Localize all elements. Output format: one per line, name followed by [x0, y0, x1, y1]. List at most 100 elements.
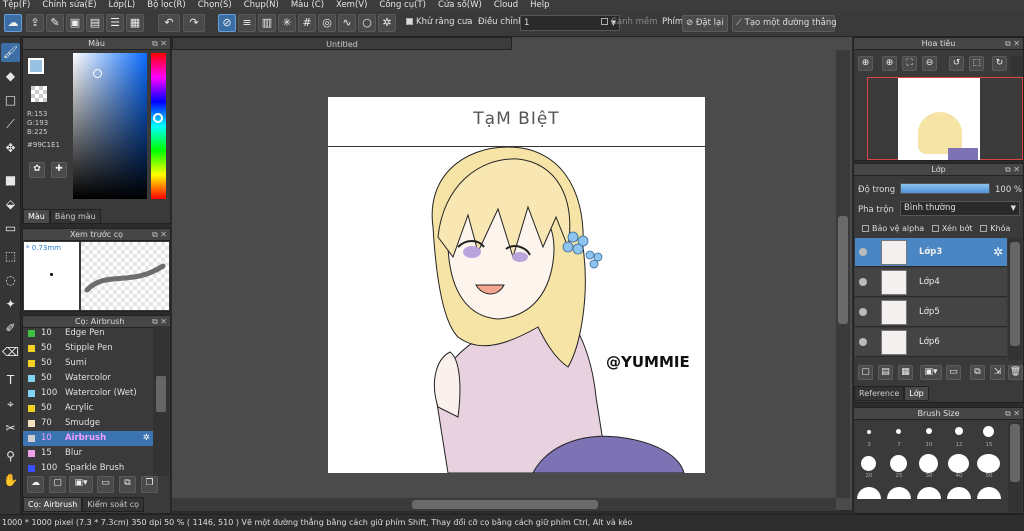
brush-tool-icon[interactable]: 🖌 [1, 43, 20, 62]
snap-parallel-icon[interactable]: ≡ [238, 14, 256, 32]
soft-edge-checkbox[interactable] [601, 18, 608, 25]
scrollbar-thumb[interactable] [156, 376, 166, 412]
brush-cloud-icon[interactable]: ☁ [27, 476, 44, 493]
new-line-button[interactable]: ⟋ Tạo một đường thẳng [732, 15, 837, 32]
reset-button[interactable]: ⊘ Đặt lại [682, 15, 728, 32]
brush-menu-icon[interactable]: ▣▾ [69, 476, 93, 493]
layer-copy-icon[interactable]: ⧉ [970, 365, 985, 380]
undo-icon[interactable]: ↶ [158, 14, 180, 32]
snap-circle-icon[interactable]: ◎ [318, 14, 336, 32]
brush-item[interactable]: 50 Watercolor [23, 371, 153, 386]
eye-icon[interactable] [859, 338, 867, 346]
opacity-slider[interactable] [900, 183, 990, 194]
brush-item[interactable]: 15 Blur [23, 446, 153, 461]
soft-edge-option[interactable]: Cạnh mềm [601, 17, 657, 27]
transparent-swatch[interactable] [31, 86, 47, 102]
layer-merge-icon[interactable]: ⇲ [990, 365, 1005, 380]
grid-icon[interactable]: ▦ [126, 14, 144, 32]
eraser-tool-icon[interactable]: ◆ [1, 67, 20, 86]
snap-curve-icon[interactable]: ∿ [338, 14, 356, 32]
brush-item[interactable]: 70 Smudge [23, 416, 153, 431]
panel-window-icons[interactable]: ⧉ ✕ [152, 38, 167, 50]
document-tab[interactable]: Untitled [172, 37, 512, 50]
drawing-paper[interactable]: TạM BIệT @YUMMIE [328, 97, 705, 473]
brush-item[interactable]: 50 Sumi [23, 356, 153, 371]
menu-edit[interactable]: Chỉnh sửa(E) [42, 0, 96, 11]
brush-item[interactable]: 50 Stipple Pen [23, 341, 153, 356]
snap-cross-icon[interactable]: # [298, 14, 316, 32]
magic-wand-tool-icon[interactable]: ✦ [1, 295, 20, 314]
snap-off-icon[interactable]: ⊘ [218, 14, 236, 32]
scrollbar-thumb[interactable] [412, 500, 598, 509]
eyedropper-tool-icon[interactable]: ⚲ [1, 447, 20, 466]
rotate-left-icon[interactable]: ↺ [949, 56, 964, 71]
tab-brush-control[interactable]: Kiểm soát cọ [82, 497, 145, 512]
protect-alpha-option[interactable]: Bảo vệ alpha [862, 224, 924, 233]
antialias-checkbox[interactable] [406, 18, 413, 25]
doc-icon[interactable]: ▤ [86, 14, 104, 32]
brush-size-cell[interactable] [886, 485, 912, 499]
tab-layer[interactable]: Lớp [904, 386, 929, 401]
clipping-option[interactable]: Xén bớt [931, 224, 973, 233]
gear-icon[interactable]: ✲ [993, 245, 1003, 259]
color-picker-cursor[interactable] [93, 69, 102, 78]
tab-palette[interactable]: Bảng màu [49, 209, 101, 224]
divide-tool-icon[interactable]: ✂ [1, 419, 20, 438]
hue-slider-handle[interactable] [153, 113, 163, 123]
layer-menu-icon[interactable]: ▣▾ [920, 365, 942, 380]
menu-file[interactable]: Tệp(F) [3, 0, 30, 11]
brush-list-scrollbar[interactable] [153, 326, 169, 476]
brush-size-cell[interactable]: 3 [856, 423, 882, 449]
zoom-in-step-icon[interactable]: ⊕ [882, 56, 897, 71]
scrollbar-thumb[interactable] [838, 216, 848, 324]
menu-tools[interactable]: Công cụ(T) [379, 0, 426, 11]
new-brush-icon[interactable]: ▢ [49, 476, 66, 493]
brush-item[interactable]: 50 Acrylic [23, 401, 153, 416]
layer-row-selected[interactable]: Lớp3 ✲ [855, 238, 1007, 267]
list-icon[interactable]: ☰ [106, 14, 124, 32]
layer-list-scrollbar[interactable] [1008, 238, 1022, 360]
hand-tool-icon[interactable]: ✋ [1, 471, 20, 490]
new-image-layer-icon[interactable]: ▦ [898, 365, 913, 380]
redo-icon[interactable]: ↷ [183, 14, 205, 32]
primary-color-swatch[interactable] [28, 58, 44, 74]
lock-option[interactable]: Khóa [980, 224, 1010, 233]
panel-window-icons[interactable]: ⧉ ✕ [152, 229, 167, 241]
scrollbar-thumb[interactable] [1010, 424, 1020, 482]
vertical-scrollbar[interactable] [836, 50, 850, 498]
tab-reference[interactable]: Reference [854, 386, 905, 401]
brush-size-scrollbar[interactable] [1008, 422, 1022, 512]
brush-size-cell[interactable] [976, 485, 1002, 499]
brush-item[interactable]: 100 Sparkle Brush [23, 461, 153, 476]
menu-color[interactable]: Màu (C) [291, 0, 324, 11]
menu-select[interactable]: Chọn(S) [198, 0, 232, 11]
brush-size-cell[interactable]: 30 [916, 454, 942, 480]
panel-window-icons[interactable]: ⧉ ✕ [1005, 164, 1020, 176]
comment-icon[interactable]: ✎ [46, 14, 64, 32]
gear-icon[interactable]: ✲ [143, 431, 150, 446]
fill-rect-tool-icon[interactable]: ■ [1, 171, 20, 190]
actual-size-icon[interactable]: ⬚ [969, 56, 984, 71]
brush-size-cell[interactable] [916, 485, 942, 499]
navigator-viewport[interactable] [867, 77, 1023, 160]
brush-item[interactable]: 10 Edge Pen [23, 326, 153, 341]
horizontal-scrollbar[interactable] [172, 498, 836, 511]
operation-tool-icon[interactable]: ⌖ [1, 395, 20, 414]
image-icon[interactable]: ▣ [66, 14, 84, 32]
tab-brush[interactable]: Cọ: Airbrush [23, 497, 83, 512]
new-halftone-layer-icon[interactable]: ▤ [878, 365, 893, 380]
new-layer-icon[interactable]: ▢ [858, 365, 873, 380]
brush-size-cell[interactable]: 50 [976, 454, 1002, 480]
folder-icon[interactable]: ▭ [97, 476, 114, 493]
select-eraser-tool-icon[interactable]: ⌫ [1, 343, 20, 362]
brush-size-cell[interactable] [856, 485, 882, 499]
brush-item[interactable]: 100 Watercolor (Wet) [23, 386, 153, 401]
fit-view-icon[interactable]: ⛶ [902, 56, 917, 71]
hue-slider[interactable] [151, 53, 166, 199]
snap-grid-icon[interactable]: ▥ [258, 14, 276, 32]
menu-window[interactable]: Cửa sổ(W) [438, 0, 482, 11]
menu-cloud[interactable]: Cloud [494, 0, 518, 11]
brush-size-cell[interactable]: 7 [886, 423, 912, 449]
panel-window-icons[interactable]: ⧉ ✕ [1005, 408, 1020, 420]
cloud-icon[interactable]: ☁ [4, 14, 22, 32]
